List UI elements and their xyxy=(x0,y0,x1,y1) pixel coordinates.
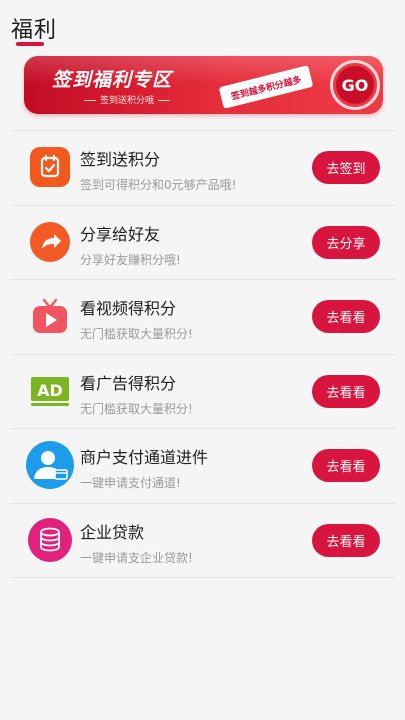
share-arrow-icon xyxy=(30,221,70,262)
item-desc: 一键申请支付通道! xyxy=(80,476,181,490)
video-button[interactable]: 去看看 xyxy=(312,300,380,333)
banner-go-button[interactable]: GO xyxy=(330,60,380,110)
list-item-ad: AD 看广告得积分 无门槛获取大量积分! 去看看 xyxy=(10,355,395,429)
item-desc: 分享好友赚积分哦! xyxy=(80,252,181,267)
list-item-video: 看视频得积分 无门槛获取大量积分! 去看看 xyxy=(10,280,395,355)
item-title: 商户支付通道进件 xyxy=(80,448,209,467)
coins-icon xyxy=(28,517,72,562)
banner-ribbon-text: 签到越多积分越多 xyxy=(230,74,303,103)
banner-subtitle: 签到送积分哦 xyxy=(80,93,174,106)
video-play-icon xyxy=(30,296,70,336)
item-title: 分享给好友 xyxy=(80,224,161,244)
banner-go-label: GO xyxy=(341,75,369,95)
item-title: 企业贷款 xyxy=(80,522,145,542)
checkin-button[interactable]: 去签到 xyxy=(312,151,380,184)
loan-button[interactable]: 去看看 xyxy=(312,523,380,557)
item-title: 签到送积分 xyxy=(80,150,161,169)
svg-text:AD: AD xyxy=(37,381,63,400)
list-item-checkin: 签到送积分 签到可得积分和0元够产品哦! 去签到 xyxy=(10,131,395,206)
merchant-button[interactable]: 去看看 xyxy=(312,449,380,482)
banner-ribbon: 签到越多积分越多 xyxy=(218,65,314,109)
item-desc: 一键申请支企业贷款! xyxy=(80,550,193,565)
item-title: 看广告得积分 xyxy=(80,373,177,393)
ad-button[interactable]: 去看看 xyxy=(312,374,380,408)
merchant-user-icon xyxy=(26,441,74,489)
share-button[interactable]: 去分享 xyxy=(312,225,380,259)
page-title: 福利 xyxy=(11,18,58,43)
welfare-page: 福利 签到福利专区 签到送积分哦 签到越多积分越多 GO 签到送积分 签到可得积… xyxy=(0,0,405,720)
checkin-banner[interactable]: 签到福利专区 签到送积分哦 签到越多积分越多 GO xyxy=(24,56,383,114)
ad-icon: AD xyxy=(30,371,70,411)
banner-title: 签到福利专区 xyxy=(52,69,173,91)
item-desc: 签到可得积分和0元够产品哦! xyxy=(80,178,237,192)
calendar-check-icon xyxy=(30,147,70,187)
list-item-merchant: 商户支付通道进件 一键申请支付通道! 去看看 xyxy=(10,429,395,504)
list-item-loan: 企业贷款 一键申请支企业贷款! 去看看 xyxy=(10,504,395,578)
title-underline xyxy=(16,42,44,46)
item-title: 看视频得积分 xyxy=(80,299,177,318)
list-item-share: 分享给好友 分享好友赚积分哦! 去分享 xyxy=(10,206,395,280)
item-desc: 无门槛获取大量积分! xyxy=(80,401,193,416)
item-desc: 无门槛获取大量积分! xyxy=(80,327,193,341)
task-list: 签到送积分 签到可得积分和0元够产品哦! 去签到 分享给好友 分享好友赚积分哦!… xyxy=(10,130,395,578)
